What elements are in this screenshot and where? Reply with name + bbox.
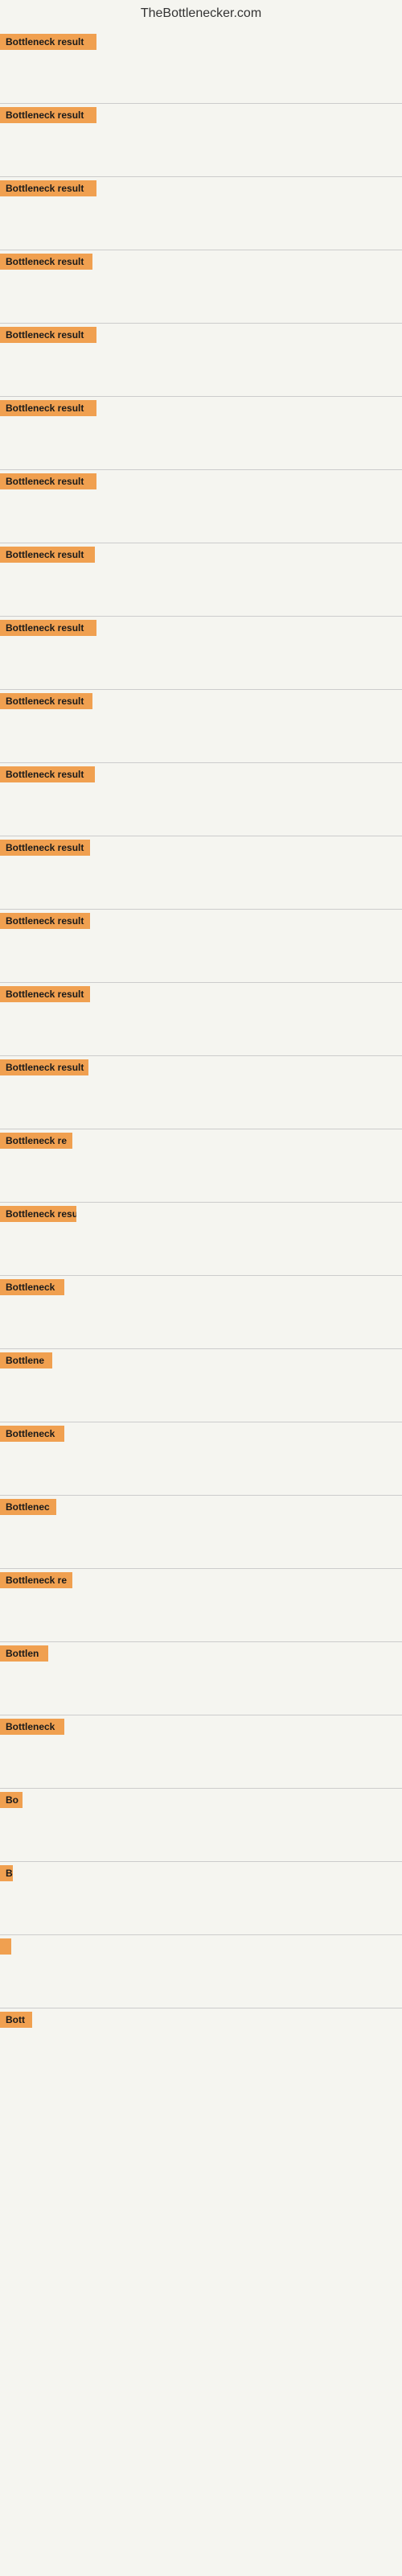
bottleneck-result-badge[interactable]: Bottleneck result: [0, 34, 96, 50]
bottleneck-result-badge[interactable]: Bottleneck: [0, 1426, 64, 1442]
list-item: Bottleneck result: [0, 177, 402, 248]
bottleneck-result-badge[interactable]: Bottleneck result: [0, 1059, 88, 1075]
list-item: Bottleneck result: [0, 690, 402, 761]
bottleneck-result-badge[interactable]: Bottleneck result: [0, 840, 90, 856]
list-item: Bottlene: [0, 1349, 402, 1420]
bottleneck-result-badge[interactable]: [0, 1938, 11, 1955]
bottleneck-result-badge[interactable]: Bottleneck result: [0, 254, 92, 270]
bottleneck-result-badge[interactable]: B: [0, 1865, 13, 1881]
bottleneck-result-badge[interactable]: Bottleneck result: [0, 180, 96, 196]
bottleneck-result-badge[interactable]: Bo: [0, 1792, 23, 1808]
list-item: Bottleneck: [0, 1276, 402, 1347]
bottleneck-result-badge[interactable]: Bottleneck re: [0, 1133, 72, 1149]
bottleneck-list: Bottleneck result Bottleneck result Bottle…: [0, 31, 402, 2081]
bottleneck-result-badge[interactable]: Bottleneck result: [0, 473, 96, 489]
list-item: Bottleneck: [0, 1422, 402, 1493]
list-item: Bottleneck result: [0, 397, 402, 468]
bottleneck-result-badge[interactable]: Bottleneck resul: [0, 1206, 76, 1222]
list-item: Bottleneck resul: [0, 1203, 402, 1274]
list-item: Bottleneck re: [0, 1129, 402, 1200]
bottleneck-result-badge[interactable]: Bottleneck re: [0, 1572, 72, 1588]
bottleneck-result-badge[interactable]: Bottleneck: [0, 1719, 64, 1735]
list-item: Bottleneck re: [0, 1569, 402, 1640]
list-item: Bottleneck result: [0, 324, 402, 394]
list-item: Bottlenec: [0, 1496, 402, 1567]
site-title: TheBottlenecker.com: [0, 0, 402, 31]
list-item: Bottleneck result: [0, 617, 402, 687]
list-item: Bottleneck result: [0, 543, 402, 614]
list-item: Bo: [0, 1789, 402, 1860]
bottleneck-result-badge[interactable]: Bottleneck result: [0, 913, 90, 929]
list-item: Bottleneck result: [0, 910, 402, 980]
bottleneck-result-badge[interactable]: Bottleneck result: [0, 986, 90, 1002]
list-item: Bottleneck result: [0, 104, 402, 175]
bottleneck-result-badge[interactable]: Bottleneck: [0, 1279, 64, 1295]
list-item: Bottleneck result: [0, 983, 402, 1054]
list-item: Bottleneck result: [0, 31, 402, 101]
bottleneck-result-badge[interactable]: Bottlene: [0, 1352, 52, 1368]
list-item: B: [0, 1862, 402, 1933]
bottleneck-result-badge[interactable]: Bottleneck result: [0, 693, 92, 709]
list-item: Bottleneck result: [0, 1056, 402, 1127]
list-item: Bottleneck result: [0, 250, 402, 321]
bottleneck-result-badge[interactable]: Bottleneck result: [0, 547, 95, 563]
list-item: Bottleneck result: [0, 763, 402, 834]
bottleneck-result-badge[interactable]: Bottleneck result: [0, 107, 96, 123]
bottleneck-result-badge[interactable]: Bottleneck result: [0, 327, 96, 343]
bottleneck-result-badge[interactable]: Bottlen: [0, 1645, 48, 1662]
list-item: Bottleneck: [0, 1715, 402, 1786]
list-item: [0, 1935, 402, 2006]
bottleneck-result-badge[interactable]: Bottleneck result: [0, 766, 95, 782]
bottleneck-result-badge[interactable]: Bott: [0, 2012, 32, 2028]
list-item: Bottleneck result: [0, 836, 402, 907]
list-item: Bottleneck result: [0, 470, 402, 541]
list-item: Bott: [0, 2008, 402, 2079]
list-item: Bottlen: [0, 1642, 402, 1713]
bottleneck-result-badge[interactable]: Bottleneck result: [0, 400, 96, 416]
bottleneck-result-badge[interactable]: Bottleneck result: [0, 620, 96, 636]
bottleneck-result-badge[interactable]: Bottlenec: [0, 1499, 56, 1515]
